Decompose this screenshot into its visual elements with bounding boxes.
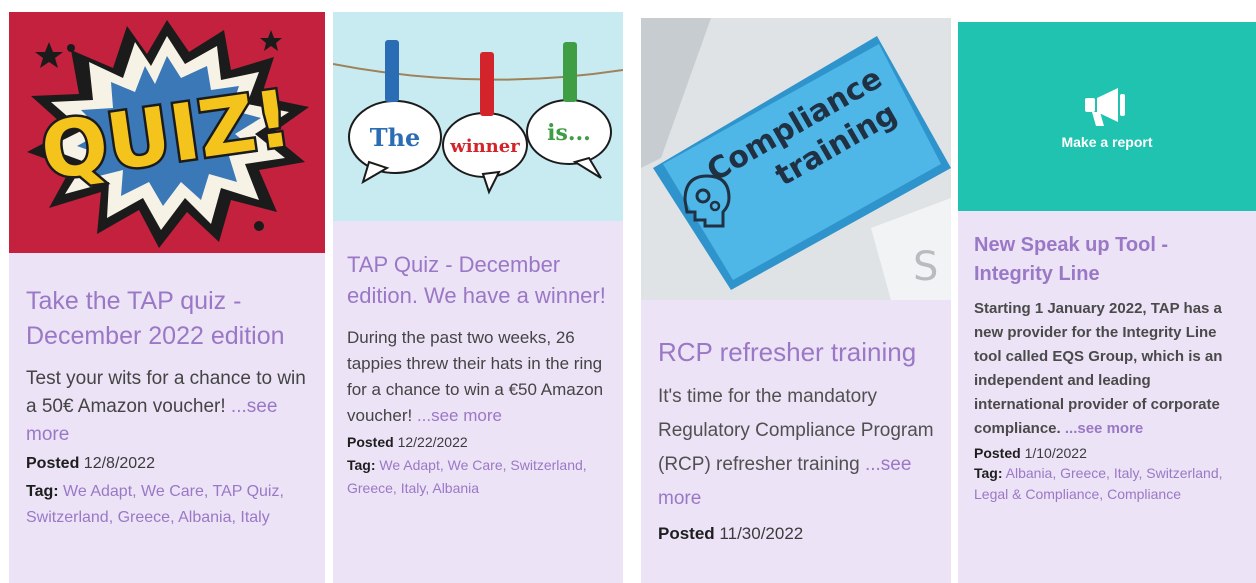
card-title[interactable]: Take the TAP quiz - December 2022 editio… bbox=[26, 284, 308, 354]
card-title[interactable]: New Speak up Tool - Integrity Line bbox=[974, 231, 1240, 289]
tag-link[interactable]: Italy bbox=[1114, 465, 1139, 481]
tag-link[interactable]: Compliance bbox=[1107, 486, 1181, 502]
posted-line: Posted 1/10/2022 bbox=[974, 443, 1240, 463]
tag-list: Tag: Albania, Greece, Italy, Switzerland… bbox=[974, 465, 1223, 502]
posted-line: Posted 12/22/2022 bbox=[347, 432, 609, 452]
tag-list: Tag: We Adapt, We Care, TAP Quiz, Switze… bbox=[26, 483, 284, 526]
tag-link[interactable]: We Care bbox=[448, 457, 503, 473]
see-more-link[interactable]: ...see more bbox=[1065, 420, 1143, 437]
card-description: During the past two weeks, 26 tappies th… bbox=[347, 325, 609, 429]
tag-link[interactable]: We Adapt bbox=[63, 483, 132, 500]
description-text: Starting 1 January 2022, TAP has a new p… bbox=[974, 300, 1223, 437]
news-card-winner[interactable]: The winner is... TAP Quiz - December edi… bbox=[333, 12, 623, 583]
tag-link[interactable]: Albania bbox=[178, 509, 231, 526]
svg-text:S: S bbox=[913, 244, 938, 290]
posted-label: Posted bbox=[26, 455, 80, 472]
news-card-rcp-training[interactable]: S Compliance training RCP refresher trai… bbox=[641, 18, 951, 583]
word-winner: winner bbox=[449, 136, 520, 157]
posted-date: 12/22/2022 bbox=[397, 434, 468, 450]
tag-link[interactable]: Switzerland bbox=[510, 457, 582, 473]
card-body: RCP refresher training It's time for the… bbox=[641, 300, 951, 583]
news-card-quiz[interactable]: QUIZ! Take the TAP quiz - December 2022 … bbox=[9, 12, 325, 583]
tag-link[interactable]: Greece bbox=[118, 509, 170, 526]
posted-line: Posted 12/8/2022 bbox=[26, 453, 308, 475]
card-title[interactable]: RCP refresher training bbox=[658, 334, 934, 370]
posted-label: Posted bbox=[347, 434, 394, 450]
winner-image[interactable]: The winner is... bbox=[333, 12, 623, 221]
posted-date: 11/30/2022 bbox=[719, 524, 804, 543]
tag-link[interactable]: We Care bbox=[141, 483, 204, 500]
megaphone-icon bbox=[1085, 87, 1125, 126]
tag-link[interactable]: Legal & Compliance bbox=[974, 486, 1099, 502]
tag-link[interactable]: Greece bbox=[347, 480, 393, 496]
tag-link[interactable]: Switzerland bbox=[1146, 465, 1218, 481]
tag-label: Tag: bbox=[26, 483, 59, 500]
clothespin-blue bbox=[385, 40, 399, 102]
make-report-label: Make a report bbox=[1061, 133, 1153, 150]
card-body: TAP Quiz - December edition. We have a w… bbox=[333, 221, 623, 583]
posted-date: 1/10/2022 bbox=[1024, 445, 1087, 461]
tag-list: Tag: We Adapt, We Care, Switzerland, Gre… bbox=[347, 457, 587, 496]
compliance-image[interactable]: S Compliance training bbox=[641, 18, 951, 300]
card-description: It's time for the mandatory Regulatory C… bbox=[658, 380, 934, 516]
tag-link[interactable]: Switzerland bbox=[26, 509, 109, 526]
card-title[interactable]: TAP Quiz - December edition. We have a w… bbox=[347, 249, 609, 311]
posted-label: Posted bbox=[974, 445, 1021, 461]
clothespin-green bbox=[563, 42, 577, 102]
card-body: New Speak up Tool - Integrity Line Start… bbox=[958, 211, 1256, 583]
clothespin-red bbox=[480, 52, 494, 116]
word-the: The bbox=[370, 123, 421, 152]
tag-link[interactable]: Italy bbox=[401, 480, 426, 496]
quiz-burst-illustration: QUIZ! bbox=[9, 12, 325, 253]
tag-link[interactable]: TAP Quiz bbox=[213, 483, 280, 500]
card-description: Starting 1 January 2022, TAP has a new p… bbox=[974, 297, 1240, 441]
quiz-image[interactable]: QUIZ! bbox=[9, 12, 325, 253]
tag-label: Tag: bbox=[974, 465, 1003, 481]
winner-illustration: The winner is... bbox=[333, 12, 623, 221]
news-card-speak-up[interactable]: Make a report New Speak up Tool - Integr… bbox=[958, 22, 1256, 583]
compliance-key-illustration: S Compliance training bbox=[641, 18, 951, 300]
tag-link[interactable]: We Adapt bbox=[379, 457, 439, 473]
card-body: Take the TAP quiz - December 2022 editio… bbox=[9, 253, 325, 583]
word-is: is... bbox=[547, 120, 591, 146]
posted-line: Posted 11/30/2022 bbox=[658, 522, 934, 546]
tag-link[interactable]: Albania bbox=[432, 480, 479, 496]
tag-link[interactable]: Italy bbox=[240, 509, 269, 526]
posted-label: Posted bbox=[658, 524, 715, 543]
posted-date: 12/8/2022 bbox=[83, 455, 155, 472]
card-description: Test your wits for a chance to win a 50€… bbox=[26, 365, 308, 449]
tag-label: Tag: bbox=[347, 457, 376, 473]
make-report-banner[interactable]: Make a report bbox=[958, 22, 1256, 211]
tag-link[interactable]: Albania bbox=[1006, 465, 1053, 481]
tag-link[interactable]: Greece bbox=[1060, 465, 1106, 481]
see-more-link[interactable]: ...see more bbox=[417, 406, 502, 425]
